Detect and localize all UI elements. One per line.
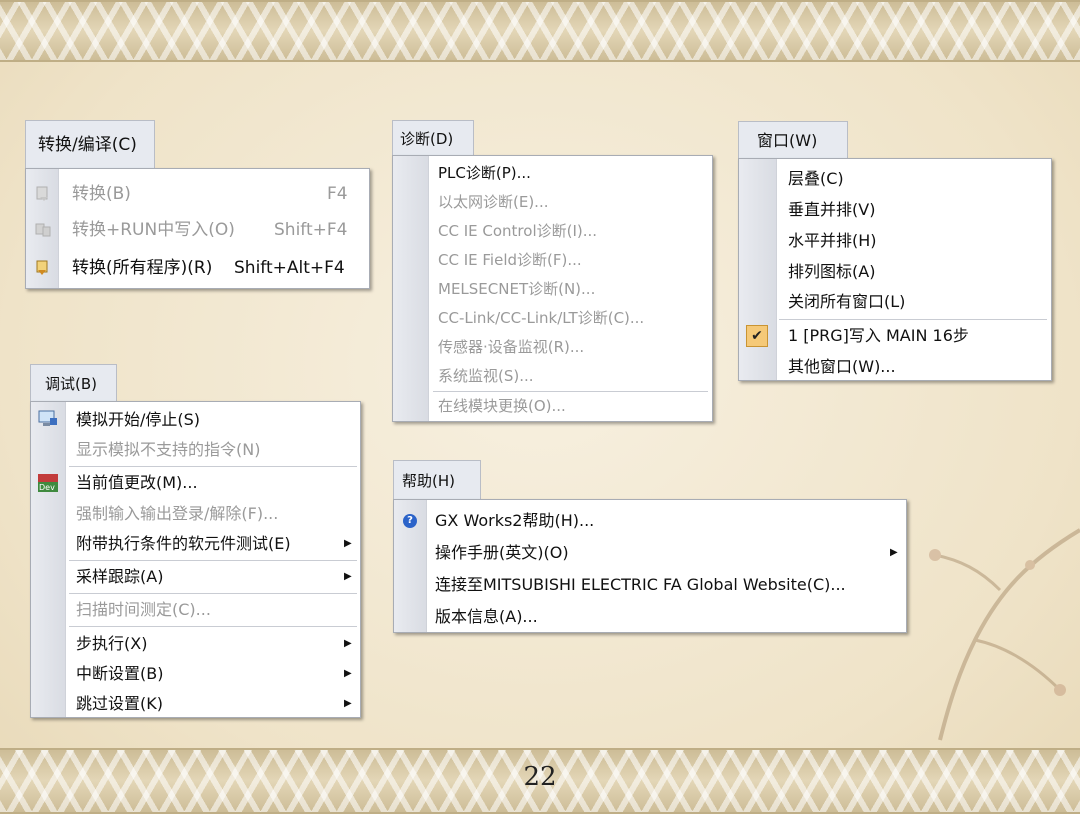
menu-item-scan-time-measurement[interactable]: 扫描时间测定(C)... xyxy=(31,595,360,625)
menu-item-sampling-trace[interactable]: 采样跟踪(A) ▶ xyxy=(31,562,360,592)
menu-item-cc-ie-field-diagnostics[interactable]: CC IE Field诊断(F)... xyxy=(393,247,712,273)
convert-icon xyxy=(36,186,48,201)
help-menu: ? GX Works2帮助(H)... 操作手册(英文)(O) ▶ 连接至MIT… xyxy=(393,499,907,633)
menu-item-version-info[interactable]: 版本信息(A)... xyxy=(394,601,906,633)
svg-text:Dev: Dev xyxy=(39,483,55,492)
window-menu-title[interactable]: 窗口(W) xyxy=(738,121,848,159)
menu-item-tile-vertical[interactable]: 垂直并排(V) xyxy=(739,195,1051,225)
simulation-icon xyxy=(38,410,57,426)
decorative-border-top xyxy=(0,0,1080,62)
menu-separator xyxy=(69,560,357,561)
debug-menu: 模拟开始/停止(S) 显示模拟不支持的指令(N) Dev 当前值更改(M)...… xyxy=(30,401,361,718)
submenu-arrow-icon: ▶ xyxy=(344,698,352,709)
menu-item-sensor-device-monitor[interactable]: 传感器·设备监视(R)... xyxy=(393,334,712,360)
menu-item-convert[interactable]: 转换(B) F4 xyxy=(26,179,369,209)
menu-item-convert-all[interactable]: 转换(所有程序)(R) Shift+Alt+F4 xyxy=(26,253,369,283)
menu-item-cc-ie-control-diagnostics[interactable]: CC IE Control诊断(I)... xyxy=(393,218,712,244)
menu-item-gx-works2-help[interactable]: ? GX Works2帮助(H)... xyxy=(394,505,906,537)
menu-item-cc-link-diagnostics[interactable]: CC-Link/CC-Link/LT诊断(C)... xyxy=(393,305,712,331)
window-menu: 层叠(C) 垂直并排(V) 水平并排(H) 排列图标(A) 关闭所有窗口(L) … xyxy=(738,158,1052,381)
convert-menu: 转换(B) F4 转换+RUN中写入(O) Shift+F4 转换(所有程序)(… xyxy=(25,168,370,289)
menu-item-tile-horizontal[interactable]: 水平并排(H) xyxy=(739,226,1051,256)
diagnostics-menu: PLC诊断(P)... 以太网诊断(E)... CC IE Control诊断(… xyxy=(392,155,713,422)
menu-item-ethernet-diagnostics[interactable]: 以太网诊断(E)... xyxy=(393,189,712,215)
page-number: 22 xyxy=(523,762,557,792)
submenu-arrow-icon: ▶ xyxy=(344,668,352,679)
submenu-arrow-icon: ▶ xyxy=(344,571,352,582)
menu-item-online-module-change[interactable]: 在线模块更换(O)... xyxy=(393,393,712,419)
menu-separator xyxy=(433,391,708,392)
convert-menu-title[interactable]: 转换/编译(C) xyxy=(25,120,155,168)
menu-separator xyxy=(69,466,357,467)
diagnostics-menu-title[interactable]: 诊断(D) xyxy=(392,120,474,156)
menu-item-other-windows[interactable]: 其他窗口(W)... xyxy=(739,352,1051,382)
menu-item-unsupported-instructions[interactable]: 显示模拟不支持的指令(N) xyxy=(31,435,360,465)
submenu-arrow-icon: ▶ xyxy=(344,638,352,649)
debug-menu-title[interactable]: 调试(B) xyxy=(30,364,117,402)
plum-branch-decoration xyxy=(929,528,1080,741)
menu-item-operation-manual[interactable]: 操作手册(英文)(O) ▶ xyxy=(394,537,906,569)
menu-item-skip-settings[interactable]: 跳过设置(K) ▶ xyxy=(31,689,360,719)
submenu-arrow-icon: ▶ xyxy=(890,547,898,558)
menu-separator xyxy=(779,319,1047,320)
check-icon: ✔ xyxy=(746,325,768,347)
menu-item-simulation-start-stop[interactable]: 模拟开始/停止(S) xyxy=(31,405,360,435)
menu-item-close-all-windows[interactable]: 关闭所有窗口(L) xyxy=(739,287,1051,317)
menu-item-plc-diagnostics[interactable]: PLC诊断(P)... xyxy=(393,160,712,186)
menu-item-arrange-icons[interactable]: 排列图标(A) xyxy=(739,257,1051,287)
submenu-arrow-icon: ▶ xyxy=(344,538,352,549)
help-menu-title[interactable]: 帮助(H) xyxy=(393,460,481,500)
menu-item-cascade[interactable]: 层叠(C) xyxy=(739,164,1051,194)
dev-icon: Dev xyxy=(38,474,58,492)
menu-item-device-test-conditions[interactable]: 附带执行条件的软元件测试(E) ▶ xyxy=(31,529,360,559)
menu-item-convert-run[interactable]: 转换+RUN中写入(O) Shift+F4 xyxy=(26,215,369,245)
menu-item-system-monitor[interactable]: 系统监视(S)... xyxy=(393,363,712,389)
menu-item-current-value-change[interactable]: Dev 当前值更改(M)... xyxy=(31,468,360,498)
menu-separator xyxy=(69,626,357,627)
menu-item-break-settings[interactable]: 中断设置(B) ▶ xyxy=(31,659,360,689)
menu-item-step-execution[interactable]: 步执行(X) ▶ xyxy=(31,629,360,659)
menu-separator xyxy=(69,593,357,594)
menu-item-melsecnet-diagnostics[interactable]: MELSECNET诊断(N)... xyxy=(393,276,712,302)
convert-run-icon xyxy=(35,223,51,237)
help-icon: ? xyxy=(403,514,417,528)
convert-all-icon xyxy=(36,260,48,275)
menu-item-forced-io[interactable]: 强制输入输出登录/解除(F)... xyxy=(31,499,360,529)
menu-item-mitsubishi-website[interactable]: 连接至MITSUBISHI ELECTRIC FA Global Website… xyxy=(394,569,906,601)
menu-item-open-window-1[interactable]: ✔ 1 [PRG]写入 MAIN 16步 xyxy=(739,321,1051,351)
